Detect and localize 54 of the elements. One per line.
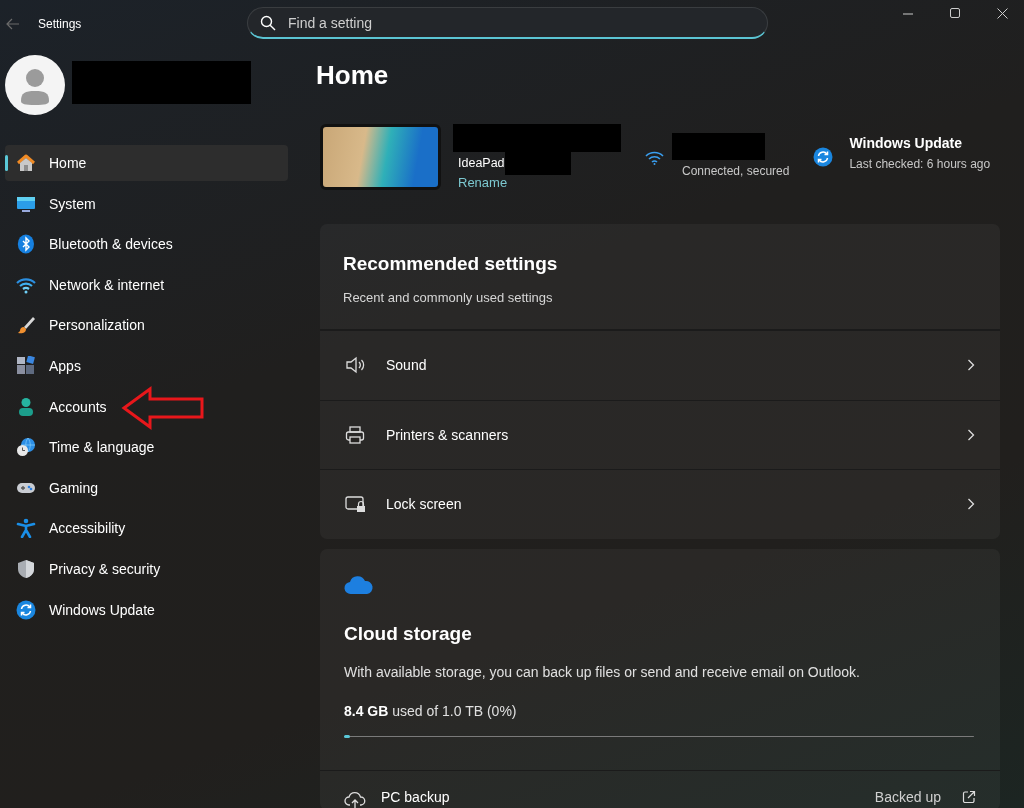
nav-item[interactable]: Privacy & security: [5, 550, 288, 587]
wifi-icon: [645, 149, 664, 165]
nav-item[interactable]: Personalization: [5, 307, 288, 344]
nav-item[interactable]: System: [5, 185, 288, 222]
speaker-icon: [345, 355, 367, 376]
nav-item[interactable]: Apps: [5, 347, 288, 384]
nav-item[interactable]: Gaming: [5, 469, 288, 506]
search-field[interactable]: Find a setting: [247, 7, 768, 39]
monitor-lock-icon: [345, 494, 367, 515]
card-description: With available storage, you can back up files or send and receive email on Outlook.: [344, 663, 861, 680]
settings-row[interactable]: Printers & scanners: [320, 399, 1000, 469]
globe-clock-icon: [16, 437, 36, 458]
storage-usage: 8.4 GB used of 1.0 TB (0%): [344, 702, 518, 719]
sync-circle-icon: [813, 147, 834, 167]
network-status: Connected, secured: [682, 163, 790, 178]
nav-item[interactable]: Network & internet: [5, 266, 288, 303]
accessibility-figure-icon: [16, 518, 36, 539]
chevron-right-icon: [967, 359, 975, 372]
card-title: Recommended settings: [343, 252, 559, 276]
settings-row[interactable]: Sound: [320, 330, 1000, 400]
update-title: Windows Update: [849, 135, 964, 151]
nav-item[interactable]: Accessibility: [5, 510, 288, 547]
avatar-icon: [5, 55, 65, 115]
nav-item[interactable]: Home: [5, 145, 288, 181]
back-arrow-icon[interactable]: [6, 18, 20, 30]
card-title: Cloud storage: [344, 621, 473, 646]
window-title: Settings: [38, 17, 82, 31]
selection-indicator: [5, 155, 8, 171]
page-title: Home: [316, 59, 390, 92]
paintbrush-icon: [16, 315, 36, 336]
sync-circle-icon: [16, 599, 36, 620]
printer-icon: [345, 424, 367, 445]
cloud-icon: [344, 574, 374, 595]
settings-row[interactable]: Lock screen: [320, 469, 1000, 539]
person-icon: [16, 396, 36, 417]
device-model: IdeaPad: [458, 156, 505, 170]
apps-icon: [16, 355, 36, 376]
external-link-icon: [962, 789, 976, 804]
nav-item[interactable]: Windows Update: [5, 591, 288, 628]
close-icon[interactable]: [997, 8, 1008, 19]
nav-item[interactable]: Accounts: [5, 388, 288, 425]
rename-link[interactable]: Rename: [458, 175, 621, 190]
cloud-upload-icon: [344, 789, 366, 808]
nav-item[interactable]: Bluetooth & devices: [5, 226, 288, 263]
nav-item[interactable]: Time & language: [5, 429, 288, 466]
chevron-right-icon: [967, 428, 975, 441]
chevron-right-icon: [967, 498, 975, 511]
maximize-icon[interactable]: [950, 8, 961, 19]
bluetooth-icon: [16, 234, 36, 255]
home-icon: [16, 153, 36, 173]
shield-icon: [16, 558, 36, 579]
card-subtitle: Recent and commonly used settings: [343, 290, 554, 305]
update-status: Last checked: 6 hours ago: [849, 157, 991, 171]
settings-row[interactable]: PC backup Backed up: [320, 769, 1000, 808]
